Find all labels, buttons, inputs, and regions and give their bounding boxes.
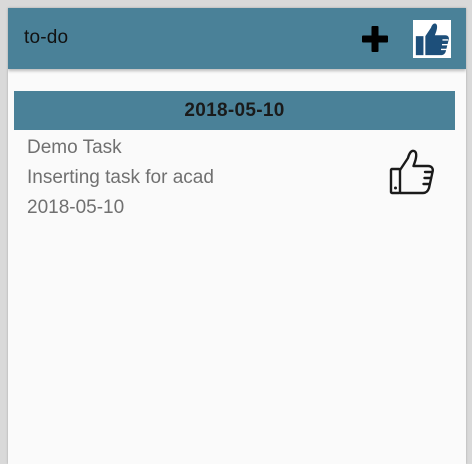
app-screen: to-do 2018-05-10 Demo Task Inserting tas… [8,8,466,464]
completed-tasks-button[interactable] [412,19,452,59]
app-bar: to-do [8,8,466,69]
task-description: Inserting task for acad [27,167,214,188]
task-date: 2018-05-10 [27,197,125,218]
section-date-header: 2018-05-10 [14,91,455,130]
task-list-item[interactable]: Demo Task Inserting task for acad 2018-0… [8,132,466,228]
thumbs-up-outline-icon[interactable] [388,146,436,198]
plus-icon [362,26,388,52]
thumbs-up-filled-icon [413,20,451,58]
task-title: Demo Task [27,137,122,158]
app-title: to-do [24,27,69,48]
add-task-button[interactable] [358,22,392,56]
